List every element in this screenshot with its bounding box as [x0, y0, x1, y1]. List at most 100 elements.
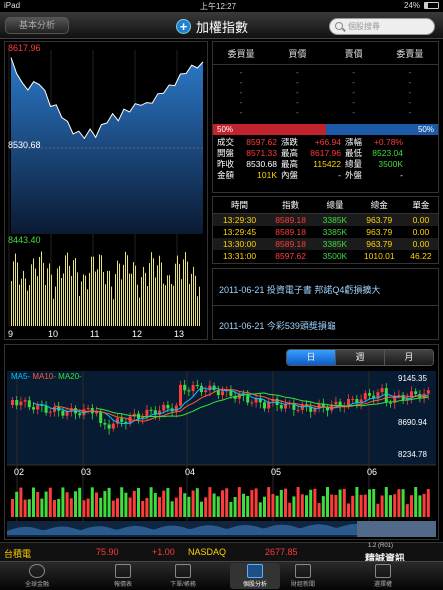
volume-bar [321, 496, 325, 517]
intraday-chart[interactable]: 8617.96 8530.68 8443.40 9 10 11 12 13 [4, 41, 208, 340]
volume-bar [21, 278, 22, 326]
tab-news[interactable]: 財經新聞 [278, 563, 328, 589]
intraday-chart-svg [8, 50, 205, 326]
candle-body [27, 400, 31, 408]
volume-bar [359, 494, 363, 517]
tab-period-day[interactable]: 日 [287, 350, 336, 365]
candle-body [145, 409, 149, 418]
volume-bar [137, 487, 140, 517]
volume-bar [414, 487, 418, 517]
candle-body [208, 385, 212, 391]
quote-label: 外盤 [345, 170, 363, 180]
volume-bar [155, 277, 156, 326]
quote-label: 漲跌 [281, 137, 299, 147]
kline-plot-area [7, 371, 436, 465]
quote-value: 8597.62 [246, 137, 277, 147]
volume-bar [40, 498, 44, 517]
quote-value: +66.94 [314, 137, 341, 147]
volume-bar [117, 260, 118, 326]
volume-bar [119, 263, 120, 326]
candle-body [380, 388, 384, 393]
volume-bar [103, 271, 104, 326]
candle-body [61, 410, 65, 416]
ticker-bar[interactable]: 台積電 75.90 +1.00 NASDAQ 2677.85 1.2 (R01)… [0, 542, 443, 565]
candle-body [426, 390, 430, 394]
volume-bar [300, 494, 304, 517]
tab-options[interactable]: 選擇權 [358, 563, 408, 589]
divider [213, 305, 438, 306]
ticker-right-name: NASDAQ [188, 547, 227, 557]
tab-quote-list[interactable]: 報價表 [98, 563, 148, 589]
tick-table-header: 時間 指數 總量 總金 單金 [213, 197, 438, 214]
quote-value: 8571.33 [246, 148, 277, 158]
order-book-row: ---- [239, 98, 412, 107]
volume-bar [347, 503, 350, 517]
order-book-row: ---- [239, 68, 412, 77]
candle-body [363, 393, 367, 400]
intraday-mid-label: 8530.68 [8, 140, 41, 150]
order-book: 委買量 買價 賣價 委賣量 ---- ---- ---- ---- ---- 5… [212, 41, 439, 193]
volume-bar [75, 258, 76, 326]
tab-order[interactable]: 下單/帳務 [158, 563, 208, 589]
quote-label: 最低 [345, 148, 363, 158]
volume-bar [263, 496, 266, 517]
volume-bar [149, 487, 153, 517]
volume-bar [393, 494, 397, 517]
ma20-label: MA20- [58, 372, 82, 381]
volume-bar [355, 487, 359, 517]
candle-body [187, 390, 191, 392]
search-input[interactable]: 個股搜尋 [329, 18, 435, 35]
battery-icon [424, 2, 439, 9]
volume-bar [107, 270, 108, 326]
volume-bar [275, 495, 279, 517]
news-item[interactable]: 2011-06-21 投資電子書 邦諾Q4虧損擴大 [219, 283, 380, 296]
volume-bar [242, 493, 245, 517]
header-ask-volume: 委賣量 [396, 49, 424, 59]
tab-label: 選擇權 [373, 582, 392, 588]
volume-bar [208, 487, 212, 517]
volume-bar [129, 273, 130, 326]
volume-bar [29, 285, 30, 326]
volume-bar [183, 259, 184, 326]
page-title: 加權指數 [196, 19, 249, 35]
quote-value: 115422 [313, 159, 341, 169]
tab-period-week[interactable]: 週 [336, 350, 385, 365]
volume-bar [11, 281, 12, 326]
battery-level: 24% [404, 1, 421, 10]
tab-analysis-chart[interactable]: 個股分析 [230, 563, 280, 589]
kline-chart[interactable]: MA5- MA10- MA20- 9145.35 8690.94 8234.78… [4, 344, 439, 540]
intraday-x-label: 11 [90, 329, 100, 339]
volume-bar [147, 286, 148, 326]
volume-bar [193, 266, 194, 326]
volume-bar [123, 264, 124, 326]
volume-bar [267, 487, 271, 517]
volume-bar [342, 488, 346, 517]
news-item[interactable]: 2011-06-21 今彩539頭獎損龜 [219, 319, 336, 332]
volume-bar [139, 297, 140, 326]
volume-bar [199, 286, 200, 326]
add-plus-icon[interactable]: + [176, 18, 191, 34]
volume-bar [41, 251, 42, 326]
volume-bar [71, 276, 72, 326]
volume-bar [212, 493, 216, 517]
volume-bar [133, 262, 134, 326]
volume-bar [107, 487, 111, 517]
volume-bar [179, 487, 182, 517]
back-button[interactable]: 基本分析 [5, 17, 69, 34]
tab-period-month[interactable]: 月 [385, 350, 433, 365]
quote-value: - [400, 170, 403, 180]
candle-body [111, 423, 115, 429]
candle-body [99, 411, 103, 424]
header-time: 時間 [213, 197, 267, 214]
header-index: 指數 [266, 197, 316, 214]
candle-body [36, 404, 40, 410]
volume-bar [204, 497, 208, 517]
tab-globe[interactable]: 全球金融 [12, 563, 62, 589]
volume-bar [363, 494, 367, 517]
candle-body [221, 391, 224, 396]
candle-body [191, 385, 195, 392]
tab-label: 財經新聞 [290, 582, 315, 588]
quote-label: 最高 [281, 159, 299, 169]
volume-bar [372, 489, 376, 517]
volume-bar [384, 487, 388, 517]
